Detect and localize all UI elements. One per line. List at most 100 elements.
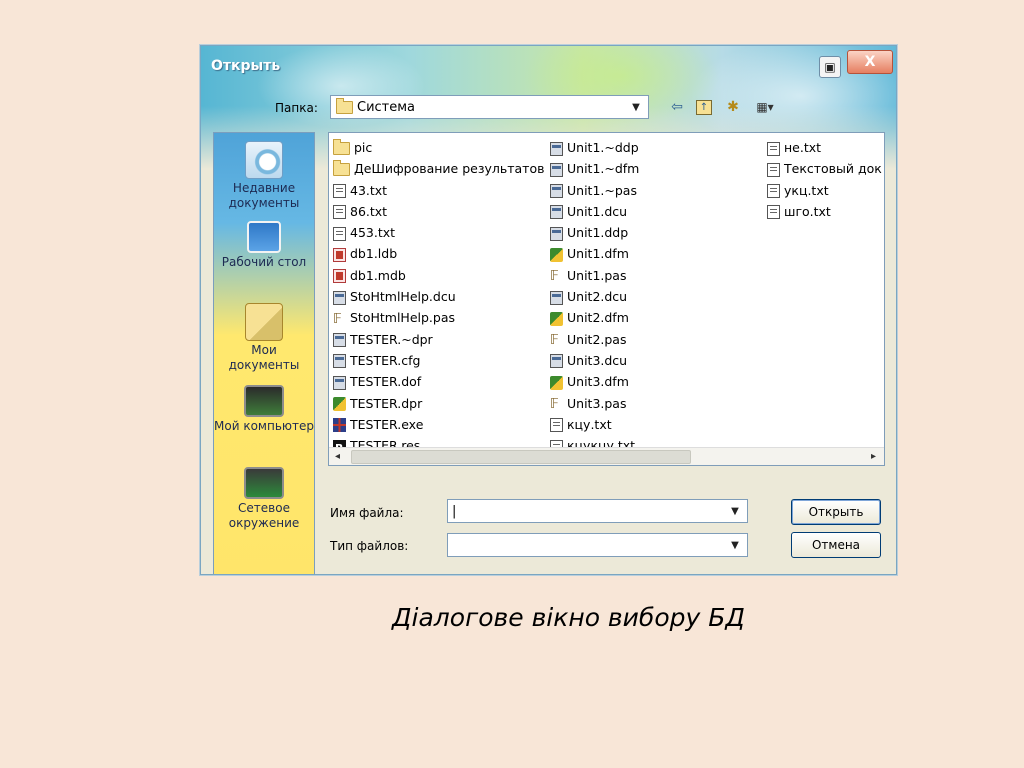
- folder-icon: [336, 98, 353, 114]
- file-item[interactable]: ДеШифрование результатов: [333, 158, 544, 179]
- place-my-documents[interactable]: Мои документы: [214, 303, 314, 373]
- my-computer-icon: [244, 385, 284, 417]
- place-recent[interactable]: Недавние документы: [214, 141, 314, 211]
- chevron-down-icon[interactable]: ▼: [628, 96, 644, 120]
- open-button[interactable]: Открыть: [791, 499, 881, 525]
- my-documents-icon: [245, 303, 283, 341]
- file-name: Unit1.dfm: [567, 246, 629, 262]
- file-item[interactable]: TESTER.~dpr: [333, 329, 544, 350]
- file-item[interactable]: TESTER.dpr: [333, 393, 544, 414]
- file-item[interactable]: Unit1.dcu: [550, 201, 639, 222]
- txt-file-icon: [333, 205, 346, 220]
- view-menu-icon[interactable]: ▦▾: [752, 98, 778, 116]
- recent-documents-icon: [245, 141, 283, 179]
- pas-file-icon: [550, 330, 563, 351]
- file-item[interactable]: не.txt: [767, 137, 882, 158]
- file-name: Unit3.dfm: [567, 374, 629, 390]
- pas-file-icon: [550, 266, 563, 287]
- close-button[interactable]: X: [847, 50, 893, 74]
- chevron-down-icon[interactable]: ▼: [727, 534, 743, 558]
- bin-file-icon: [333, 375, 346, 390]
- file-item[interactable]: TESTER.dof: [333, 371, 544, 392]
- pas-file-icon: [333, 309, 346, 330]
- folder-label: Папка:: [275, 101, 318, 115]
- file-item[interactable]: Unit2.dcu: [550, 286, 639, 307]
- file-item[interactable]: Unit1.ddp: [550, 222, 639, 243]
- chevron-down-icon[interactable]: ▼: [727, 500, 743, 524]
- file-item[interactable]: шго.txt: [767, 201, 882, 222]
- file-item[interactable]: Unit1.pas: [550, 265, 639, 287]
- folder-select[interactable]: Система ▼: [330, 95, 649, 119]
- place-label: Мои документы: [228, 343, 300, 372]
- txt-file-icon: [333, 184, 346, 199]
- file-name: 453.txt: [350, 225, 396, 241]
- file-list[interactable]: pic ДеШифрование результатов 43.txt 86.txt 4…: [328, 132, 885, 466]
- file-name: db1.mdb: [350, 267, 406, 283]
- file-name: pic: [354, 140, 373, 155]
- bin-file-icon: [550, 162, 563, 177]
- file-name: Unit1.~dfm: [567, 161, 640, 177]
- file-name: Unit1.~ddp: [567, 140, 639, 155]
- file-name: TESTER.dpr: [350, 395, 423, 411]
- file-item[interactable]: pic: [333, 137, 544, 158]
- filetype-select[interactable]: ▼: [447, 533, 748, 557]
- file-item[interactable]: Текстовый док: [767, 158, 882, 179]
- file-item[interactable]: Unit3.dcu: [550, 350, 639, 371]
- file-name: Unit1.ddp: [567, 225, 629, 241]
- file-name: не.txt: [784, 140, 822, 155]
- file-item[interactable]: Unit3.dfm: [550, 371, 639, 392]
- filename-input[interactable]: | ▼: [447, 499, 748, 523]
- file-item[interactable]: TESTER.cfg: [333, 350, 544, 371]
- horizontal-scrollbar[interactable]: ◂ ▸: [329, 447, 884, 465]
- text-cursor: |: [452, 504, 457, 519]
- file-column-3: не.txt Текстовый док укц.txt шго.txt: [767, 137, 882, 222]
- file-item[interactable]: 43.txt: [333, 180, 544, 201]
- scroll-thumb[interactable]: [351, 450, 691, 464]
- file-item[interactable]: укц.txt: [767, 180, 882, 201]
- help-button[interactable]: ▣: [819, 56, 841, 78]
- folder-value: Система: [357, 100, 416, 115]
- place-network[interactable]: Сетевое окружение: [214, 467, 314, 531]
- mdb-file-icon: [333, 247, 346, 262]
- file-item[interactable]: Unit1.~dfm: [550, 158, 639, 179]
- mdb-file-icon: [333, 269, 346, 284]
- file-item[interactable]: StoHtmlHelp.dcu: [333, 286, 544, 307]
- new-folder-icon[interactable]: ✱: [724, 98, 742, 116]
- file-item[interactable]: Unit3.pas: [550, 393, 639, 415]
- txt-file-icon: [767, 162, 780, 177]
- scroll-left-icon[interactable]: ◂: [335, 448, 340, 465]
- file-item[interactable]: StoHtmlHelp.pas: [333, 307, 544, 330]
- file-item[interactable]: 453.txt: [333, 222, 544, 243]
- place-my-computer[interactable]: Мой компьютер: [214, 385, 314, 434]
- scroll-right-icon[interactable]: ▸: [871, 448, 876, 465]
- file-item[interactable]: db1.mdb: [333, 265, 544, 286]
- file-item[interactable]: TESTER.exe: [333, 414, 544, 435]
- file-column-2: Unit1.~ddp Unit1.~dfm Unit1.~pas Unit1.dcu U…: [550, 137, 639, 456]
- dfm-file-icon: [550, 247, 563, 262]
- file-item[interactable]: Unit2.dfm: [550, 307, 639, 328]
- file-name: StoHtmlHelp.pas: [350, 310, 456, 326]
- desktop-icon: [247, 221, 281, 253]
- file-item[interactable]: 86.txt: [333, 201, 544, 222]
- file-item[interactable]: db1.ldb: [333, 243, 544, 264]
- bin-file-icon: [333, 354, 346, 369]
- file-name: Unit2.pas: [567, 331, 627, 347]
- filetype-label: Тип файлов:: [330, 539, 409, 553]
- back-arrow-icon[interactable]: ⇦: [668, 98, 686, 116]
- file-name: шго.txt: [784, 203, 831, 219]
- place-desktop[interactable]: Рабочий стол: [214, 221, 314, 270]
- bin-file-icon: [550, 226, 563, 241]
- file-name: db1.ldb: [350, 246, 398, 262]
- bin-file-icon: [550, 290, 563, 305]
- up-folder-icon[interactable]: ↑: [696, 100, 712, 115]
- file-item[interactable]: кцу.txt: [550, 414, 639, 435]
- file-item[interactable]: Unit1.dfm: [550, 243, 639, 264]
- file-item[interactable]: Unit2.pas: [550, 329, 639, 351]
- exe-file-icon: [333, 418, 346, 433]
- cancel-button[interactable]: Отмена: [791, 532, 881, 558]
- places-bar: Недавние документы Рабочий стол Мои доку…: [213, 132, 315, 574]
- filename-label: Имя файла:: [330, 506, 404, 520]
- place-label: Мой компьютер: [214, 419, 314, 433]
- file-item[interactable]: Unit1.~pas: [550, 180, 639, 201]
- file-item[interactable]: Unit1.~ddp: [550, 137, 639, 158]
